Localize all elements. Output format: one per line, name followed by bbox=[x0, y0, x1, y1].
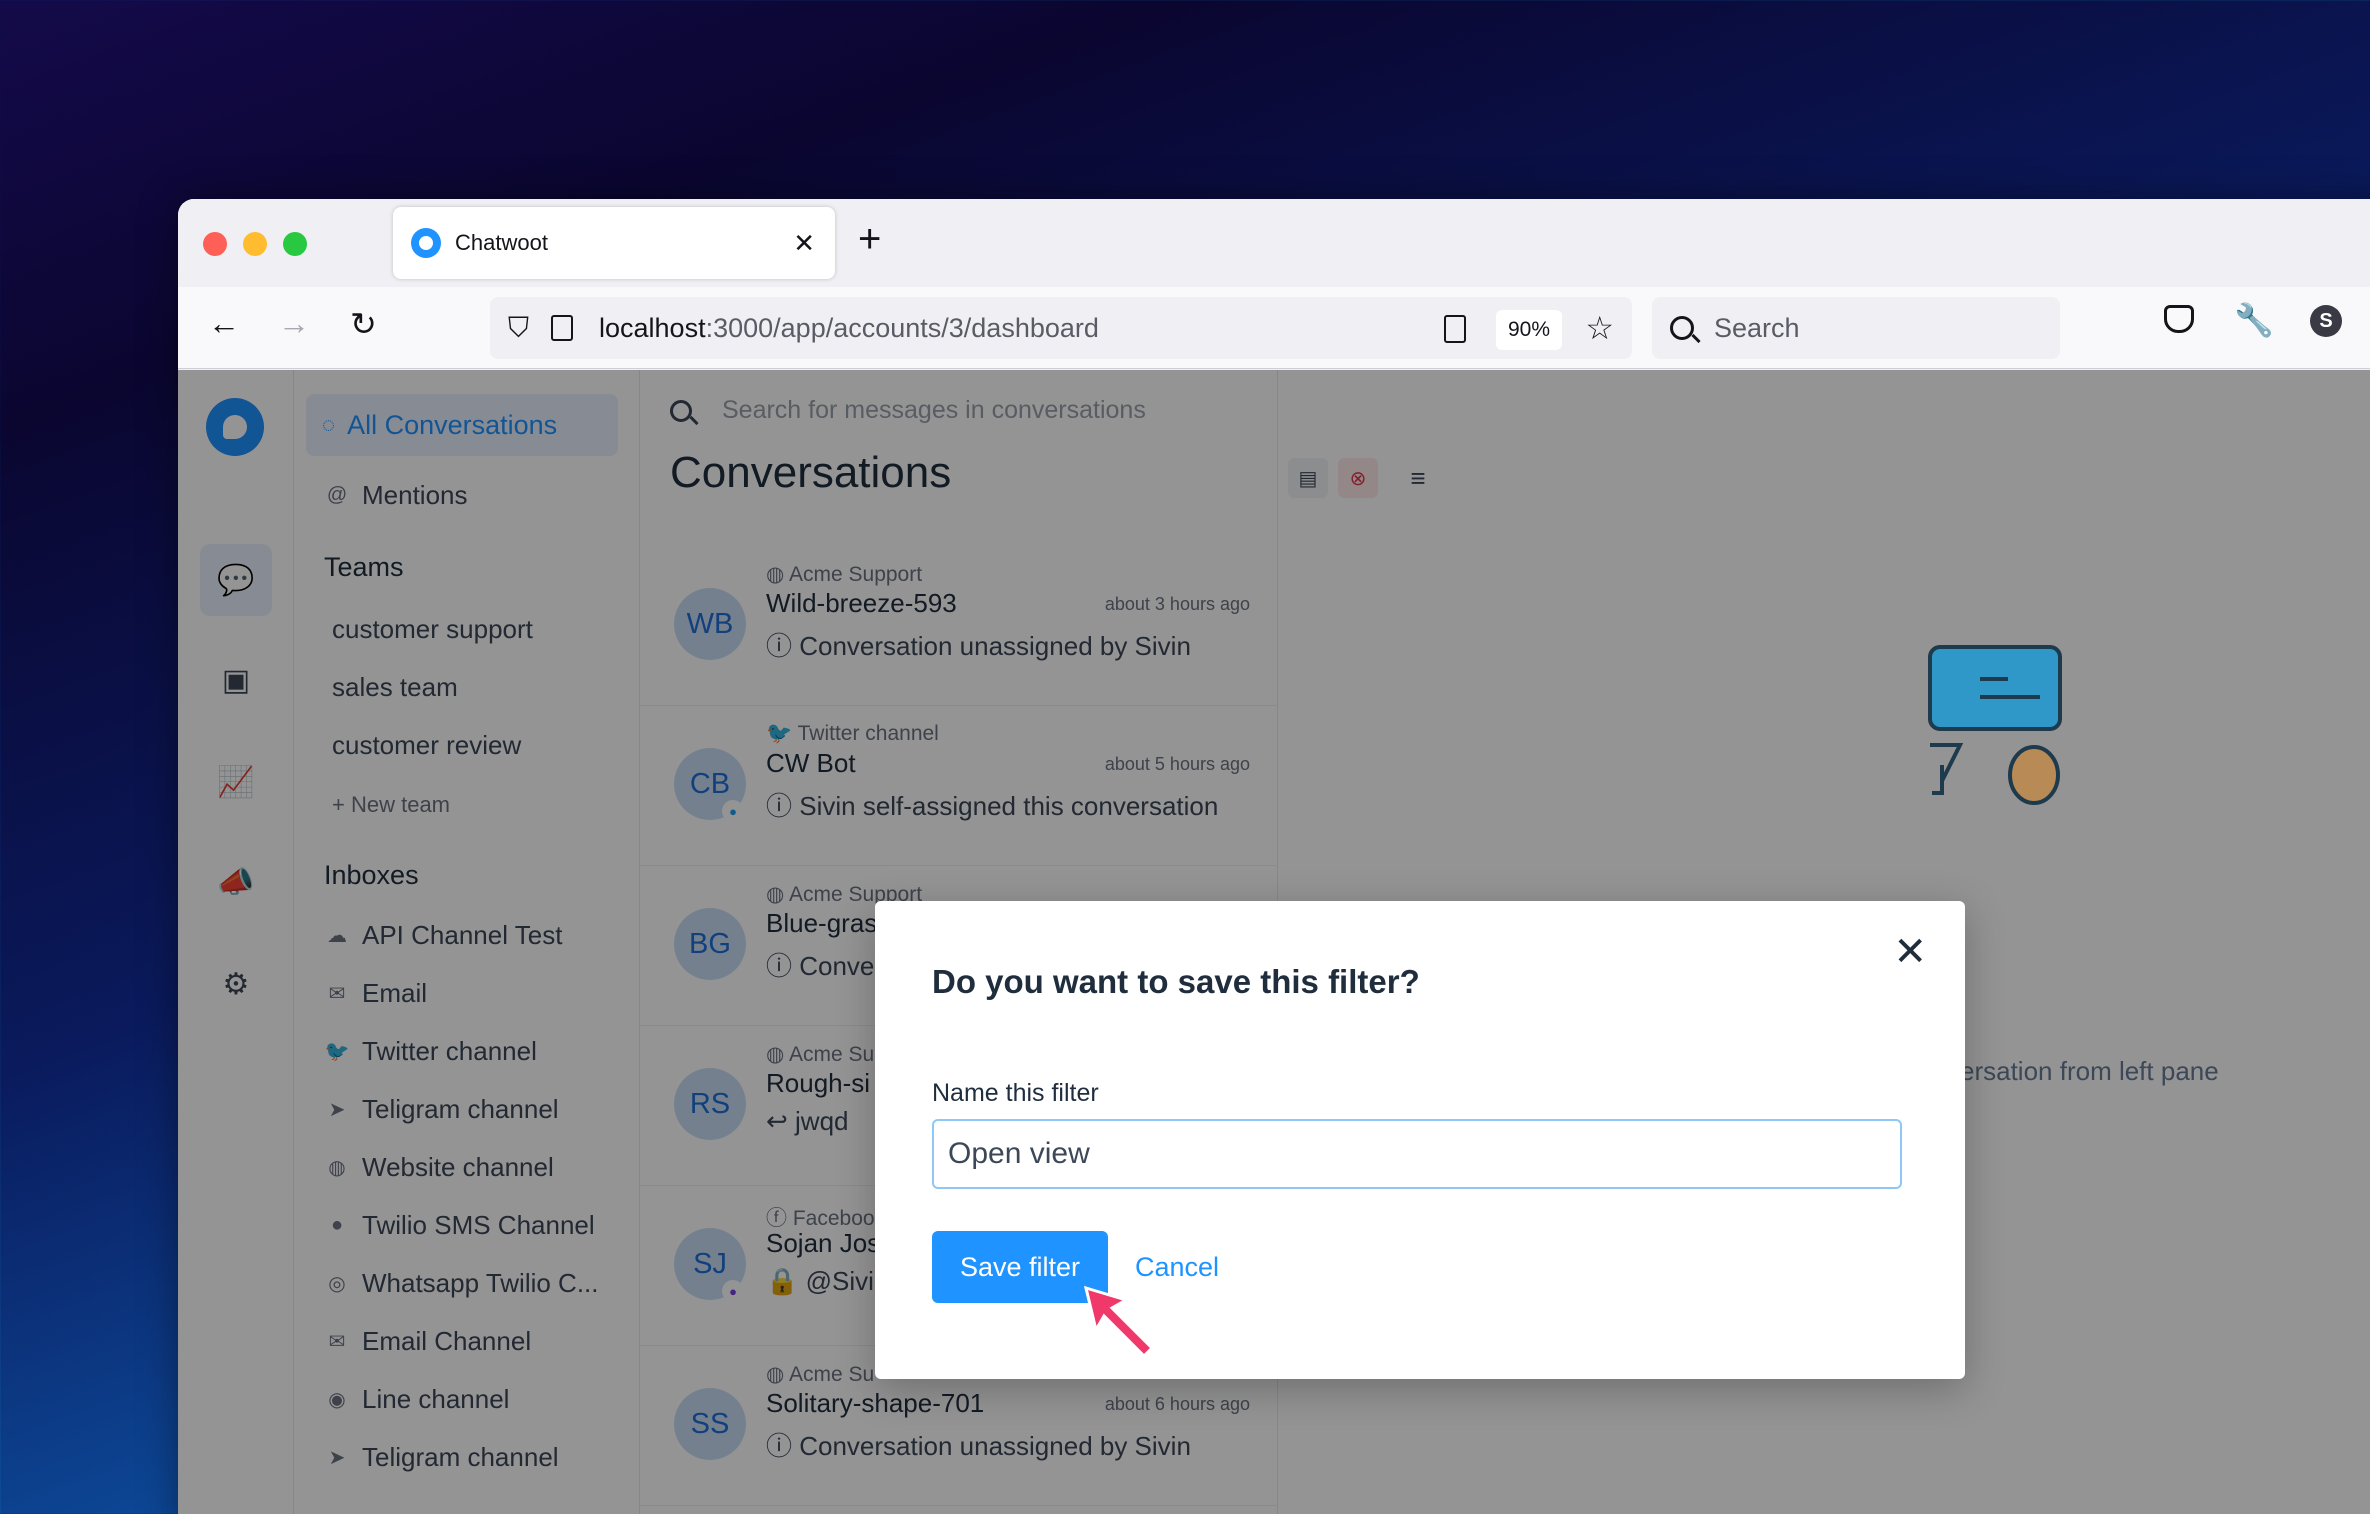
empty-state-illustration-icon bbox=[1928, 645, 2062, 805]
filter-name-label: Name this filter bbox=[932, 1079, 1099, 1107]
minimize-window-button[interactable] bbox=[243, 232, 267, 256]
close-tab-icon[interactable]: ✕ bbox=[793, 228, 815, 259]
new-tab-button[interactable]: + bbox=[858, 217, 881, 262]
reader-view-icon[interactable] bbox=[1444, 315, 1466, 343]
pocket-icon[interactable] bbox=[2164, 305, 2194, 333]
zoom-level[interactable]: 90% bbox=[1495, 310, 1562, 350]
shield-icon[interactable]: ⛉ bbox=[508, 312, 529, 345]
arrow-pointer-icon bbox=[1083, 1285, 1155, 1359]
address-bar[interactable]: ⛉ localhost:3000/app/accounts/3/dashboar… bbox=[490, 297, 1632, 359]
tab-title: Chatwoot bbox=[455, 230, 548, 255]
search-label: Search bbox=[1714, 312, 1800, 343]
reload-icon[interactable]: ↻ bbox=[350, 305, 377, 343]
back-arrow-icon[interactable]: ← bbox=[208, 305, 240, 342]
modal-title: Do you want to save this filter? bbox=[932, 963, 1420, 1000]
save-filter-modal: ✕ Do you want to save this filter? Name … bbox=[875, 901, 1965, 1379]
page-info-icon[interactable] bbox=[551, 315, 574, 341]
browser-search-bar[interactable]: Search bbox=[1652, 297, 2060, 359]
chatwoot-favicon-icon bbox=[411, 228, 441, 258]
account-avatar[interactable]: S bbox=[2310, 305, 2342, 337]
empty-state-text: ersation from left pane bbox=[1960, 1056, 2219, 1086]
url-text[interactable]: localhost:3000/app/accounts/3/dashboard bbox=[599, 313, 1099, 344]
maximize-window-button[interactable] bbox=[283, 232, 307, 256]
wrench-icon[interactable]: 🔧 bbox=[2234, 301, 2274, 339]
navigation-bar: ← → ↻ ⛉ localhost:3000/app/accounts/3/da… bbox=[178, 287, 2370, 369]
forward-arrow-icon[interactable]: → bbox=[278, 305, 310, 342]
browser-tab[interactable]: Chatwoot ✕ bbox=[393, 207, 835, 279]
close-window-button[interactable] bbox=[203, 232, 227, 256]
bookmark-star-icon[interactable]: ☆ bbox=[1585, 309, 1614, 347]
filter-name-input[interactable] bbox=[932, 1119, 1902, 1189]
tab-bar: Chatwoot ✕ + bbox=[178, 199, 2370, 287]
close-icon[interactable]: ✕ bbox=[1893, 929, 1927, 975]
search-icon bbox=[1670, 316, 1694, 340]
